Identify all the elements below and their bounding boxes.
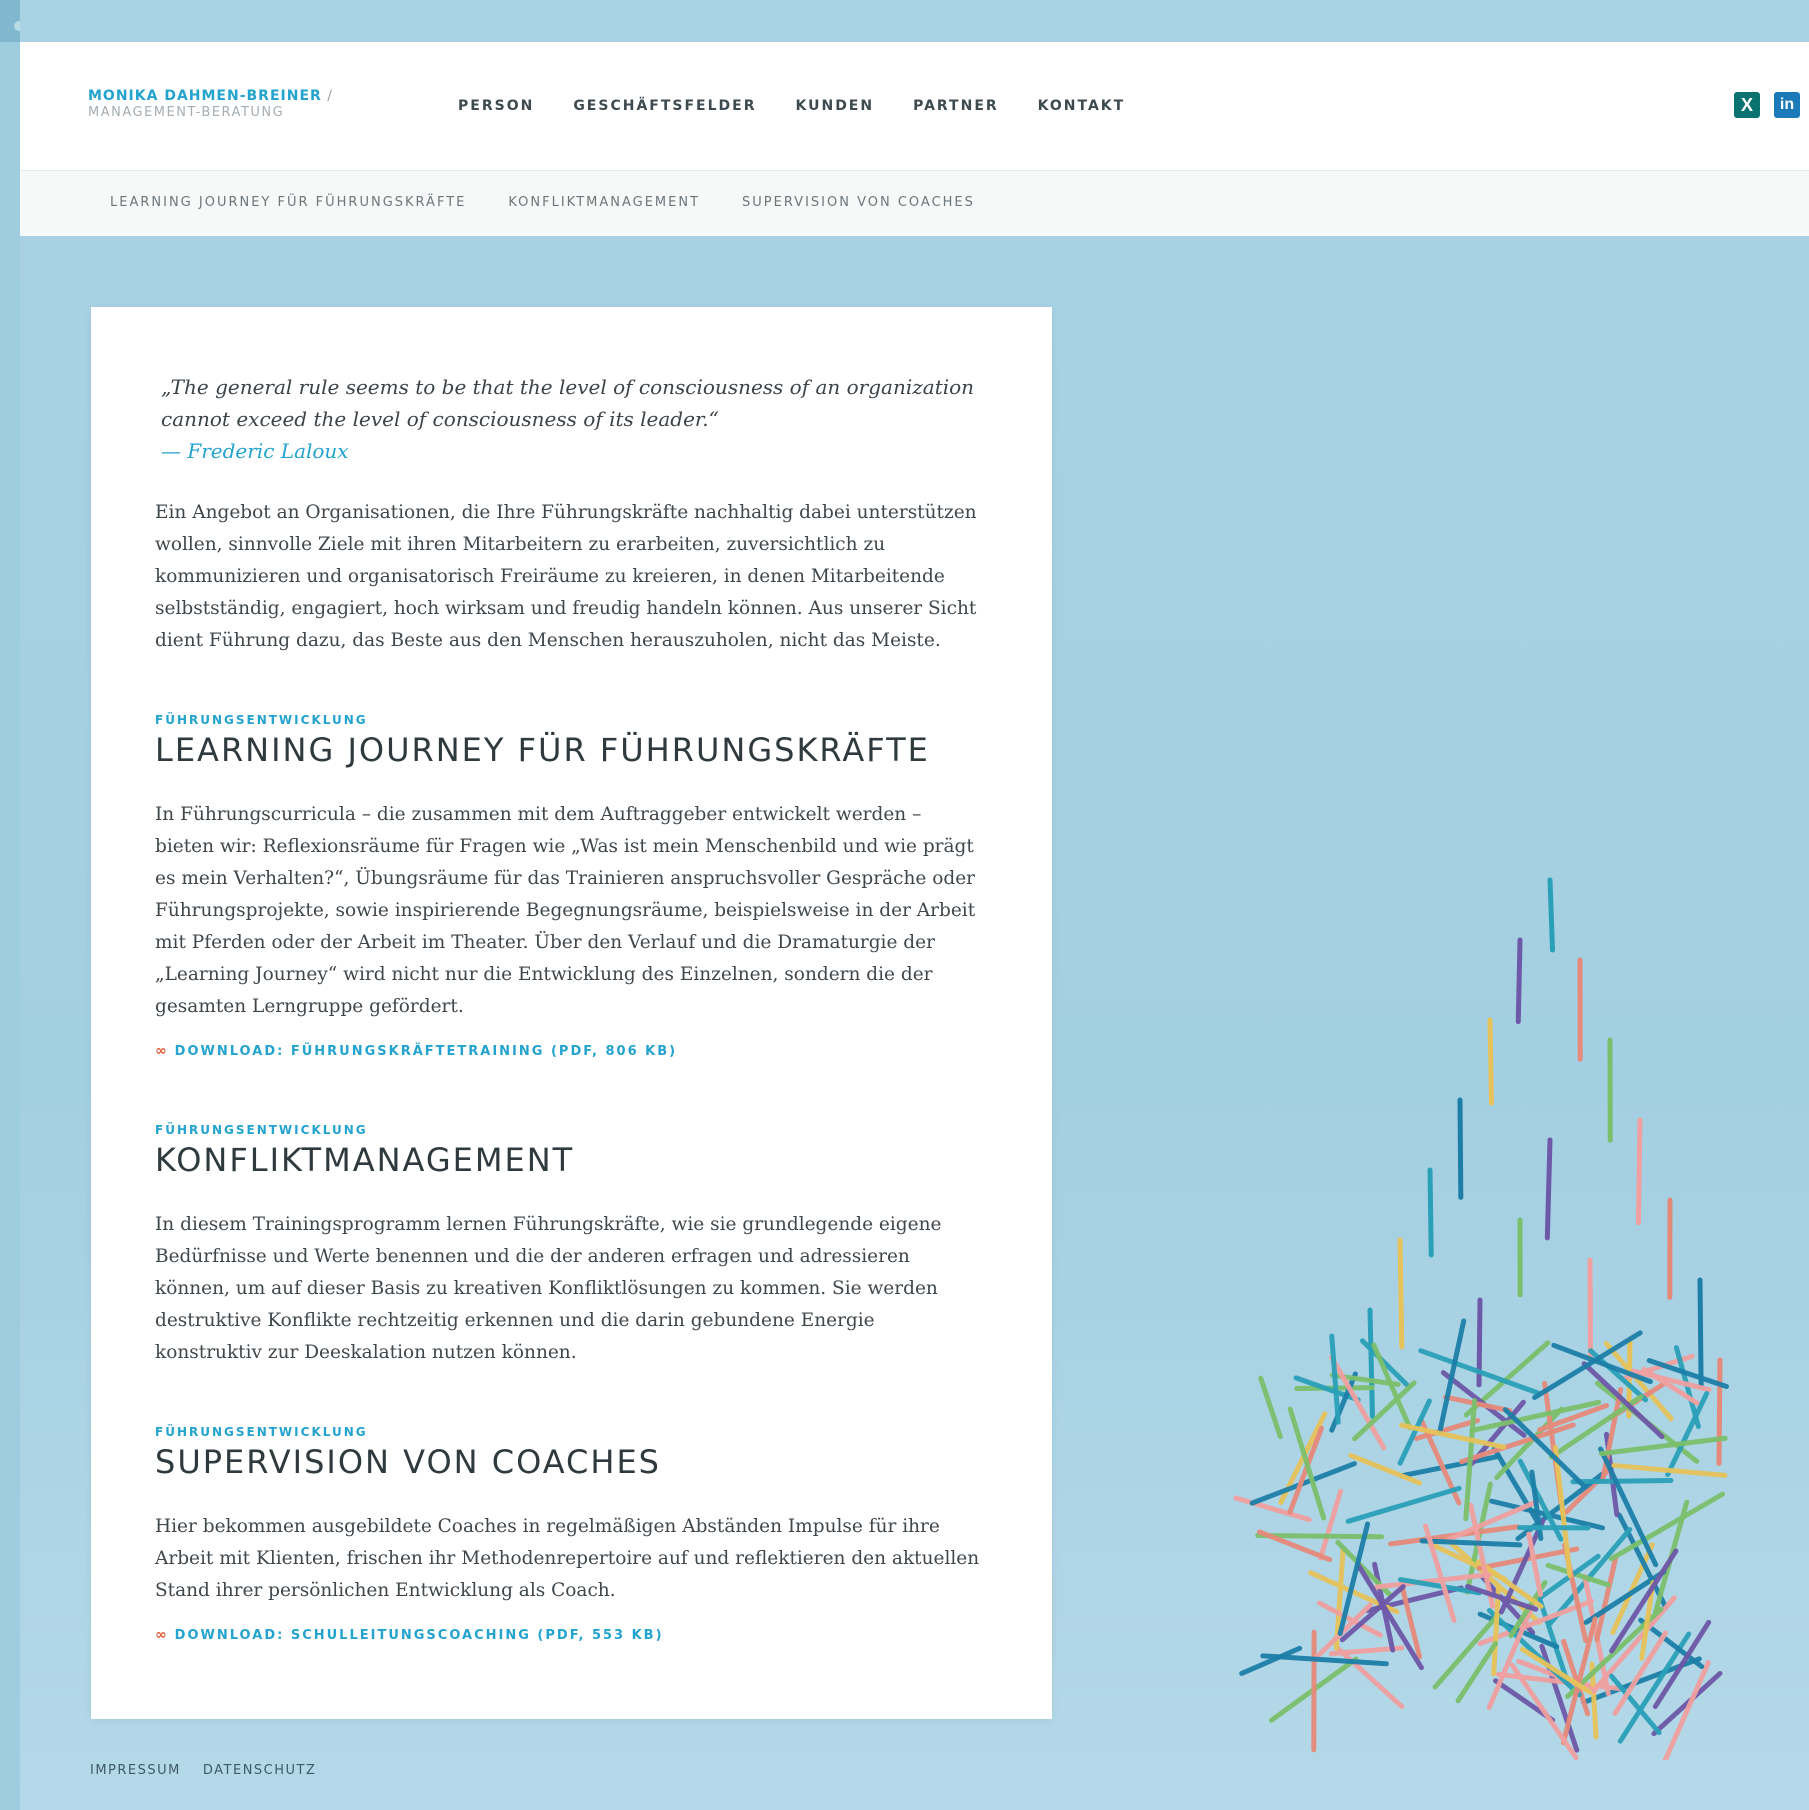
site-header: MONIKA DAHMEN-BREINER / MANAGEMENT-BERAT… <box>20 42 1809 170</box>
brand-name: MONIKA DAHMEN-BREINER <box>88 88 322 104</box>
link-icon: ∞ <box>155 1627 169 1643</box>
nav-item-partner[interactable]: PARTNER <box>913 98 999 114</box>
section-eyebrow: FÜHRUNGSENTWICKLUNG <box>155 1425 368 1439</box>
linkedin-icon[interactable]: in <box>1774 92 1800 118</box>
nav-item-kunden[interactable]: KUNDEN <box>796 98 875 114</box>
xing-icon[interactable]: X <box>1734 92 1760 118</box>
nav-item-kontakt[interactable]: KONTAKT <box>1038 98 1126 114</box>
section-text-supervision: Hier bekommen ausgebildete Coaches in re… <box>155 1516 980 1601</box>
nav-item-geschaeftsfelder[interactable]: GESCHÄFTSFELDER <box>573 98 756 114</box>
section-title-learning-journey: LEARNING JOURNEY FÜR FÜHRUNGSKRÄFTE <box>155 731 930 769</box>
brand-logo[interactable]: MONIKA DAHMEN-BREINER / MANAGEMENT-BERAT… <box>88 88 333 120</box>
download-link-schulleitungscoaching[interactable]: ∞ DOWNLOAD: SCHULLEITUNGSCOACHING (PDF, … <box>155 1627 985 1643</box>
section-text-konfliktmanagement: In diesem Trainingsprogramm lernen Führu… <box>155 1214 942 1363</box>
site-footer: IMPRESSUM DATENSCHUTZ <box>90 1763 338 1778</box>
section-title-supervision: SUPERVISION VON COACHES <box>155 1443 661 1481</box>
footer-link-impressum[interactable]: IMPRESSUM <box>90 1763 181 1778</box>
page: MONIKA DAHMEN-BREINER / MANAGEMENT-BERAT… <box>20 0 1809 1810</box>
section-text-learning-journey: In Führungscurricula – die zusammen mit … <box>155 804 976 1017</box>
quote-author: — Frederic Laloux <box>161 439 349 463</box>
intro-text: Ein Angebot an Organisationen, die Ihre … <box>155 502 977 651</box>
subnav-item-supervision[interactable]: SUPERVISION VON COACHES <box>742 195 975 210</box>
content-card: „The general rule seems to be that the l… <box>91 307 1052 1719</box>
download-link-fuehrungskraeftetraining[interactable]: ∞ DOWNLOAD: FÜHRUNGSKRÄFTETRAINING (PDF,… <box>155 1043 985 1059</box>
section-eyebrow: FÜHRUNGSENTWICKLUNG <box>155 713 368 727</box>
sub-nav: LEARNING JOURNEY FÜR FÜHRUNGSKRÄFTE KONF… <box>20 170 1809 236</box>
decorative-sticks-image <box>1233 877 1729 1760</box>
subnav-item-learning-journey[interactable]: LEARNING JOURNEY FÜR FÜHRUNGSKRÄFTE <box>110 195 466 210</box>
main-nav: PERSON GESCHÄFTSFELDER KUNDEN PARTNER KO… <box>458 98 1164 114</box>
section-eyebrow: FÜHRUNGSENTWICKLUNG <box>155 1123 368 1137</box>
brand-slash: / <box>321 88 333 104</box>
section-title-konfliktmanagement: KONFLIKTMANAGEMENT <box>155 1141 575 1179</box>
link-icon: ∞ <box>155 1043 169 1059</box>
brand-subtitle: MANAGEMENT-BERATUNG <box>88 105 285 120</box>
footer-link-datenschutz[interactable]: DATENSCHUTZ <box>203 1763 317 1778</box>
subnav-item-konfliktmanagement[interactable]: KONFLIKTMANAGEMENT <box>508 195 700 210</box>
nav-item-person[interactable]: PERSON <box>458 98 534 114</box>
quote-text: „The general rule seems to be that the l… <box>161 375 975 431</box>
